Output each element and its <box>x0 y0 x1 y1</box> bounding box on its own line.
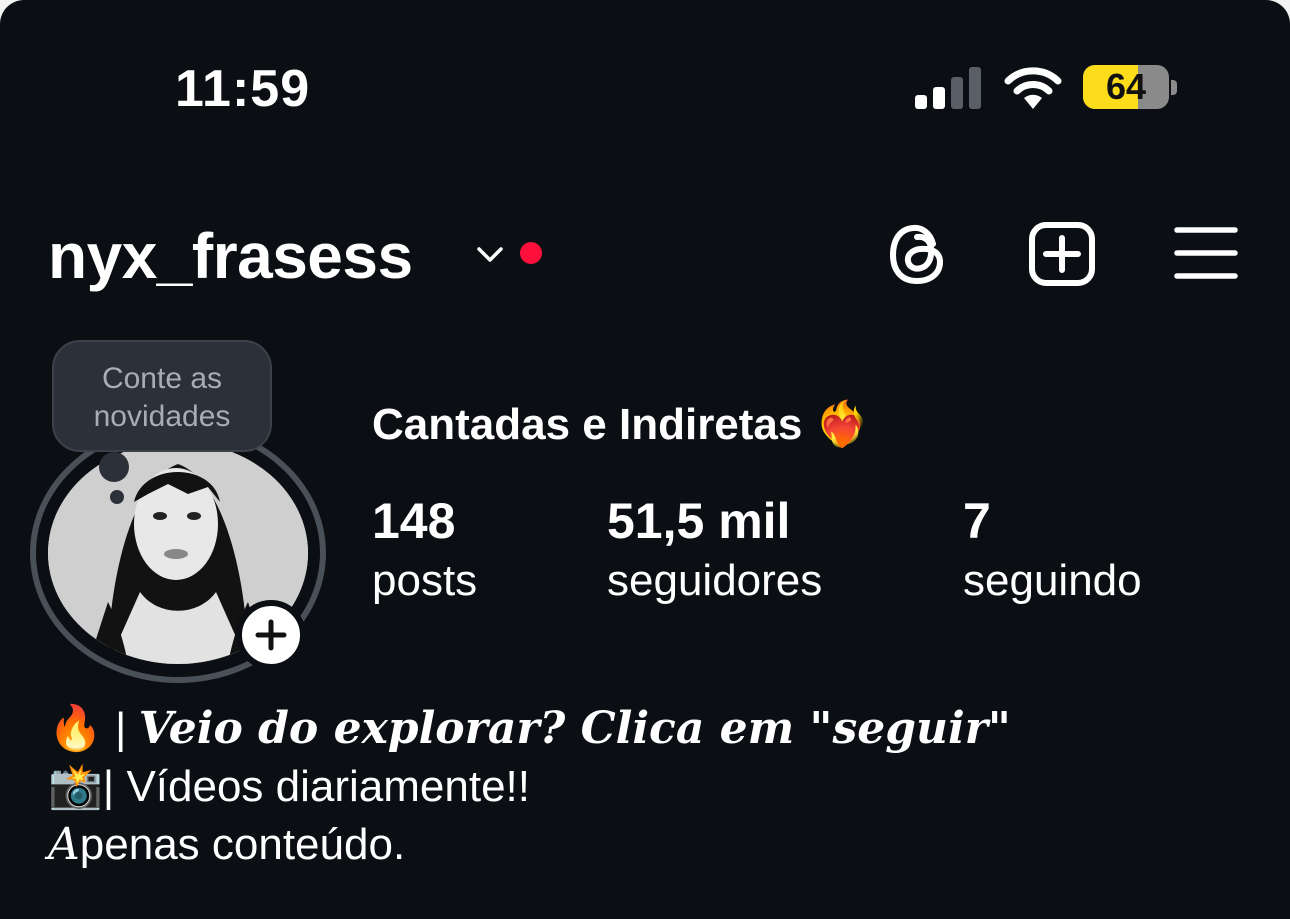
note-text-line2: novidades <box>93 400 231 433</box>
bio-line-3-initial: A <box>48 819 80 870</box>
bio-line-1: 🔥 | Veio do explorar? Clica em "seguir" <box>48 700 1011 758</box>
menu-icon[interactable] <box>1174 226 1238 280</box>
battery-nub <box>1171 80 1177 95</box>
add-story-button[interactable] <box>236 600 306 670</box>
profile-screen: 11:59 64 nyx_frasess Conte as novidades … <box>0 0 1290 919</box>
bio-line-1-text: Veio do explorar? Clica em "seguir" <box>138 703 1011 754</box>
stat-followers-label: seguidores <box>607 556 823 605</box>
note-text-line1: Conte as <box>101 362 223 395</box>
stat-following-label: seguindo <box>963 556 1142 605</box>
battery-level: 64 <box>1105 66 1147 107</box>
note-bubble[interactable]: Conte as novidades <box>52 340 272 452</box>
threads-icon[interactable] <box>886 222 950 286</box>
stat-posts[interactable]: 148 posts <box>372 492 477 610</box>
profile-bio: 🔥 | Veio do explorar? Clica em "seguir" … <box>48 700 1011 874</box>
bio-line-3-rest: penas conteúdo. <box>79 820 406 869</box>
battery-icon: 64 <box>1083 65 1169 109</box>
stat-posts-value: 148 <box>372 493 456 549</box>
chevron-down-icon[interactable] <box>474 240 506 268</box>
stat-followers-value: 51,5 mil <box>607 493 791 549</box>
stat-followers[interactable]: 51,5 mil seguidores <box>607 492 822 610</box>
signal-icon <box>915 67 981 109</box>
stat-following-value: 7 <box>963 493 991 549</box>
note-bubble-tail <box>99 452 129 482</box>
wifi-icon <box>1004 67 1062 109</box>
bio-line-1-prefix: 🔥 | <box>48 704 139 753</box>
account-switcher-username[interactable]: nyx_frasess <box>48 218 413 294</box>
note-bubble-tail-small <box>110 490 124 504</box>
profile-display-name: Cantadas e Indiretas ❤️‍🔥 <box>372 400 870 449</box>
create-post-icon[interactable] <box>1028 222 1096 286</box>
stat-posts-label: posts <box>372 556 478 605</box>
bio-line-3: Apenas conteúdo. <box>48 816 1011 874</box>
bio-line-2: 📸| Vídeos diariamente!! <box>48 762 531 811</box>
stat-following[interactable]: 7 seguindo <box>963 492 1142 610</box>
status-time: 11:59 <box>175 60 311 118</box>
notification-dot <box>520 242 542 264</box>
